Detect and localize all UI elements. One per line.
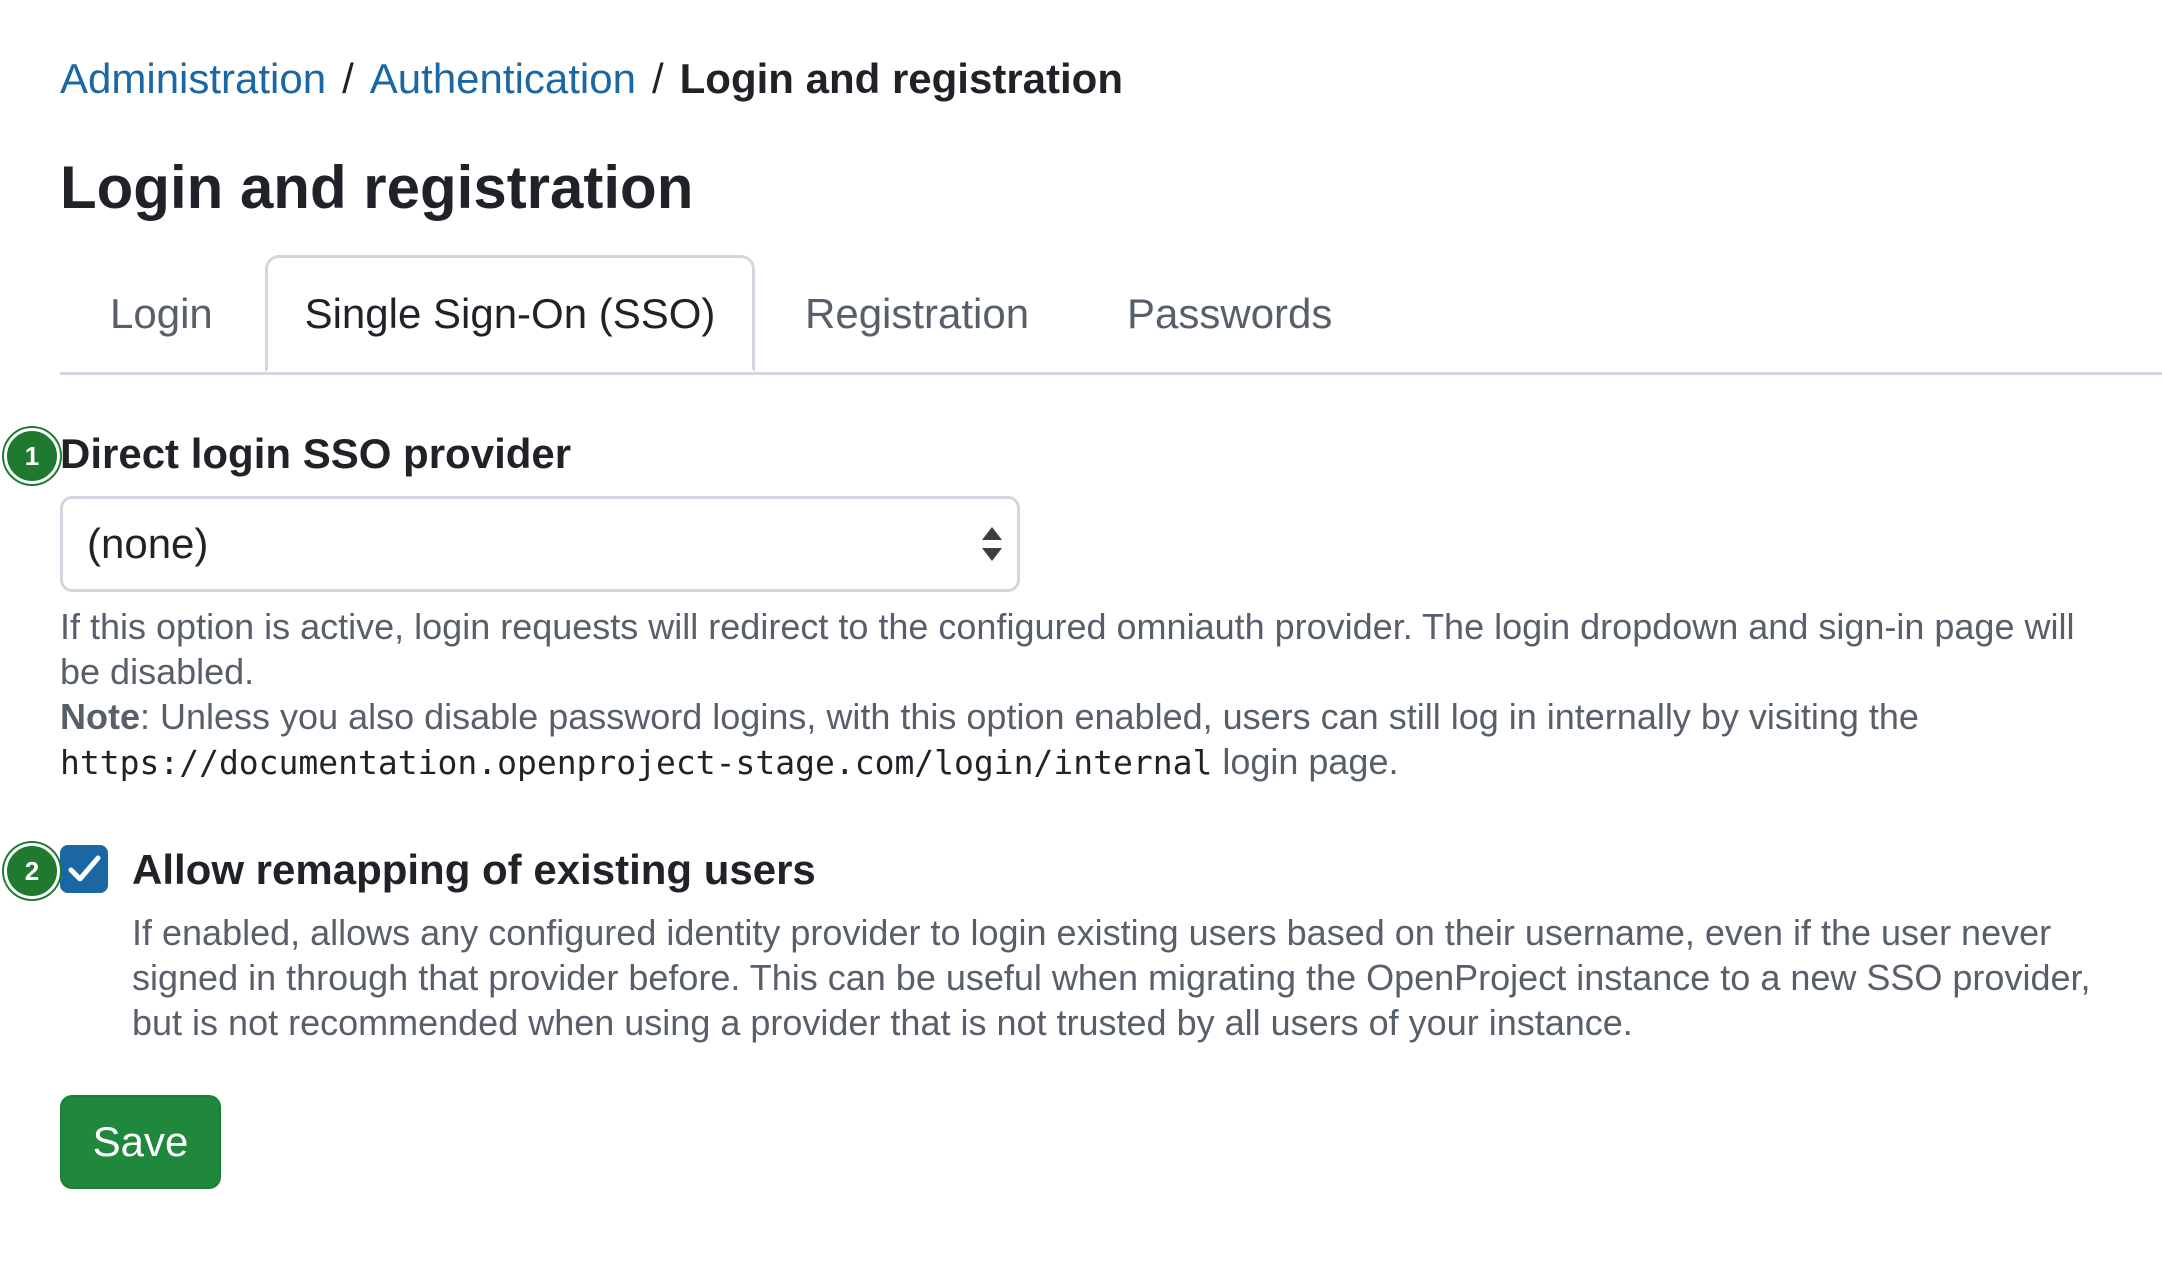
sso-provider-select[interactable]: (none) xyxy=(60,496,1020,592)
breadcrumb-link-administration[interactable]: Administration xyxy=(60,55,326,102)
note-text: : Unless you also disable password login… xyxy=(140,696,1919,737)
page-title: Login and registration xyxy=(60,154,694,221)
internal-login-url: https://documentation.openproject-stage.… xyxy=(60,743,1213,782)
sso-provider-note: Note: Unless you also disable password l… xyxy=(60,694,2120,785)
sort-arrows-icon xyxy=(982,527,1002,561)
checkmark-icon xyxy=(68,855,101,882)
tab-login[interactable]: Login xyxy=(110,255,213,372)
tab-single-sign-on[interactable]: Single Sign-On (SSO) xyxy=(265,255,755,372)
allow-remapping-help: If enabled, allows any configured identi… xyxy=(132,912,2091,1043)
step-marker-2: 2 xyxy=(4,843,60,899)
save-button[interactable]: Save xyxy=(60,1095,221,1189)
sso-provider-help-text: If this option is active, login requests… xyxy=(60,606,2075,692)
breadcrumb-link-authentication[interactable]: Authentication xyxy=(370,55,636,102)
note-label: Note xyxy=(60,696,140,737)
breadcrumb-separator: / xyxy=(651,55,664,102)
note-suffix: login page. xyxy=(1212,741,1399,782)
breadcrumb-current: Login and registration xyxy=(679,55,1123,102)
step-marker-1: 1 xyxy=(4,428,60,484)
breadcrumb-separator: / xyxy=(342,55,354,102)
tab-bar: Login Single Sign-On (SSO) Registration … xyxy=(60,255,2162,375)
allow-remapping-label[interactable]: Allow remapping of existing users xyxy=(132,840,816,900)
tab-registration[interactable]: Registration xyxy=(805,255,1029,372)
allow-remapping-checkbox[interactable] xyxy=(60,845,108,893)
sso-provider-label: Direct login SSO provider xyxy=(60,430,572,477)
sso-provider-selected-value: (none) xyxy=(87,520,209,567)
tab-passwords[interactable]: Passwords xyxy=(1127,255,1332,372)
sso-provider-help: If this option is active, login requests… xyxy=(60,604,2120,785)
breadcrumb: Administration / Authentication / Login and … xyxy=(60,52,1123,106)
